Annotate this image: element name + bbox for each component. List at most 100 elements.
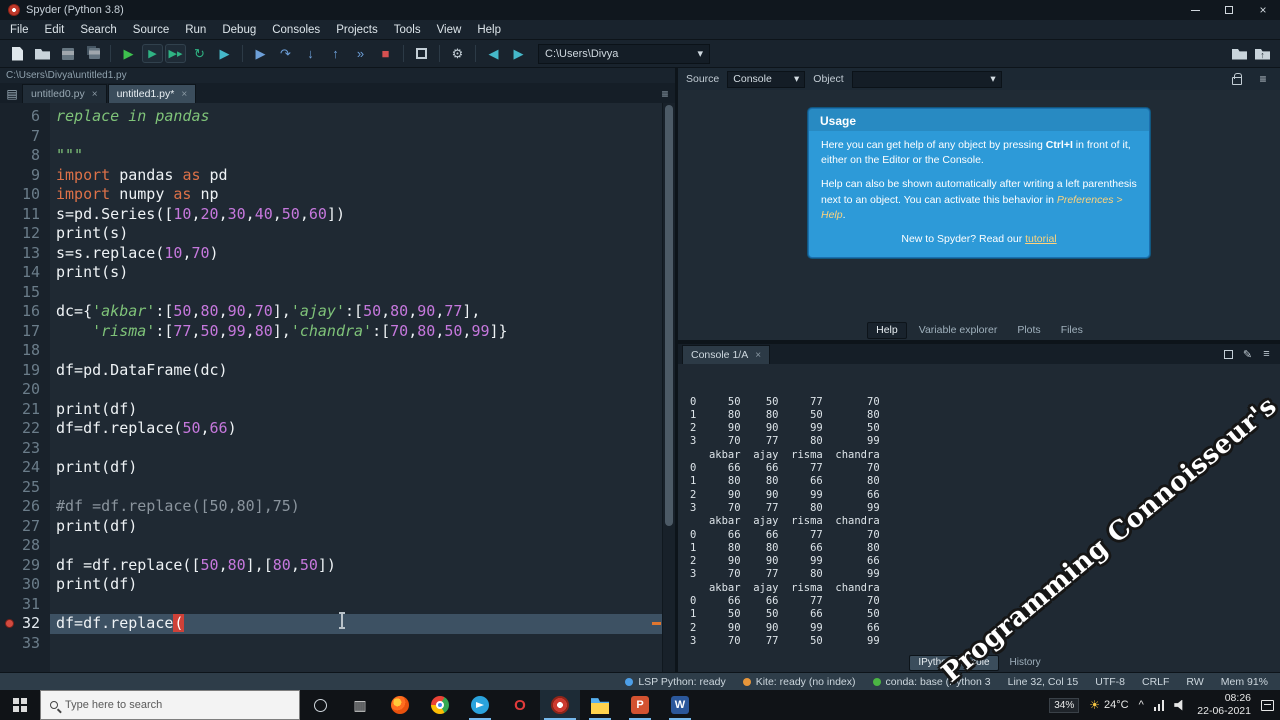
code-line[interactable] bbox=[50, 478, 675, 498]
step-return-icon[interactable]: ↑ bbox=[324, 43, 347, 65]
maximize-button[interactable] bbox=[1212, 0, 1246, 20]
new-file-icon[interactable] bbox=[6, 43, 29, 65]
step-into-icon[interactable]: ↓ bbox=[299, 43, 322, 65]
menu-edit[interactable]: Edit bbox=[37, 20, 73, 39]
debug-file-icon[interactable]: ▶ bbox=[249, 43, 272, 65]
back-icon[interactable]: ◀ bbox=[482, 43, 505, 65]
lock-icon[interactable] bbox=[1228, 70, 1246, 88]
browse-working-directory-button[interactable] bbox=[1228, 43, 1251, 65]
code-line[interactable] bbox=[50, 127, 675, 147]
taskbar-search-input[interactable]: Type here to search bbox=[40, 690, 300, 720]
spyder-taskbar-button[interactable] bbox=[540, 690, 580, 720]
code-area[interactable]: replace in pandas """ import pandas as pd i… bbox=[50, 103, 675, 672]
console-options-menu-icon[interactable]: ≡ bbox=[1257, 345, 1276, 364]
menu-tools[interactable]: Tools bbox=[386, 20, 429, 39]
parent-directory-button[interactable]: ↑ bbox=[1251, 43, 1274, 65]
pane-tab-plots[interactable]: Plots bbox=[1009, 323, 1048, 338]
menu-projects[interactable]: Projects bbox=[328, 20, 386, 39]
save-file-icon[interactable] bbox=[56, 43, 79, 65]
step-over-icon[interactable]: ↷ bbox=[274, 43, 297, 65]
tray-expand-icon[interactable]: ^ bbox=[1139, 699, 1144, 711]
tutorial-link[interactable]: tutorial bbox=[1025, 233, 1057, 245]
code-line[interactable]: s=s.replace(10,70) bbox=[50, 244, 675, 264]
code-line[interactable]: df=df.replace(50,66) bbox=[50, 419, 675, 439]
run-file-icon[interactable]: ▶ bbox=[117, 43, 140, 65]
code-line[interactable] bbox=[50, 634, 675, 654]
task-view-button[interactable]: ▥ bbox=[340, 690, 380, 720]
file-explorer-button[interactable] bbox=[580, 690, 620, 720]
menu-file[interactable]: File bbox=[2, 20, 37, 39]
working-directory-combobox[interactable]: C:\Users\Divya ▾ bbox=[538, 43, 710, 64]
code-line[interactable]: replace in pandas bbox=[50, 107, 675, 127]
code-line[interactable] bbox=[50, 439, 675, 459]
minimize-button[interactable] bbox=[1178, 0, 1212, 20]
close-tab-icon[interactable]: × bbox=[92, 89, 98, 100]
code-line[interactable]: """ bbox=[50, 146, 675, 166]
code-line[interactable] bbox=[50, 536, 675, 556]
menu-view[interactable]: View bbox=[429, 20, 470, 39]
menu-consoles[interactable]: Consoles bbox=[264, 20, 328, 39]
menu-search[interactable]: Search bbox=[72, 20, 124, 39]
code-line[interactable]: #df =df.replace([50,80],75) bbox=[50, 497, 675, 517]
code-line[interactable]: df=pd.DataFrame(dc) bbox=[50, 361, 675, 381]
telegram-button[interactable] bbox=[460, 690, 500, 720]
code-line[interactable]: import numpy as np bbox=[50, 185, 675, 205]
code-line[interactable]: dc={'akbar':[50,80,90,70],'ajay':[50,80,… bbox=[50, 302, 675, 322]
code-line[interactable]: print(s) bbox=[50, 263, 675, 283]
code-line[interactable]: print(df) bbox=[50, 575, 675, 595]
rerun-cell-icon[interactable]: ↻ bbox=[188, 43, 211, 65]
code-line[interactable] bbox=[50, 380, 675, 400]
pane-tab-help[interactable]: Help bbox=[867, 322, 907, 339]
menu-run[interactable]: Run bbox=[177, 20, 214, 39]
forward-icon[interactable]: ▶ bbox=[507, 43, 530, 65]
word-button[interactable]: W bbox=[660, 690, 700, 720]
powerpoint-button[interactable]: P bbox=[620, 690, 660, 720]
editor-tab-untitled0-py[interactable]: untitled0.py × bbox=[22, 84, 107, 103]
console-tab[interactable]: Console 1/A × bbox=[682, 345, 771, 364]
maximize-pane-icon[interactable] bbox=[410, 43, 433, 65]
stop-icon[interactable]: ■ bbox=[374, 43, 397, 65]
run-selection-icon[interactable]: ▶ bbox=[213, 43, 236, 65]
run-cell-advance-icon[interactable]: ▶▸ bbox=[165, 44, 186, 63]
browse-tabs-icon[interactable]: ▤ bbox=[2, 84, 22, 103]
save-all-icon[interactable] bbox=[81, 43, 104, 65]
close-console-icon[interactable]: × bbox=[755, 350, 761, 361]
code-line[interactable]: print(df) bbox=[50, 517, 675, 537]
code-line[interactable] bbox=[50, 283, 675, 303]
edit-icon[interactable]: ✎ bbox=[1238, 345, 1257, 364]
code-line[interactable]: print(s) bbox=[50, 224, 675, 244]
code-line[interactable]: import pandas as pd bbox=[50, 166, 675, 186]
start-button[interactable] bbox=[0, 690, 40, 720]
code-line[interactable] bbox=[50, 341, 675, 361]
code-line[interactable]: df =df.replace([50,80],[80,50]) bbox=[50, 556, 675, 576]
pane-tab-variable-explorer[interactable]: Variable explorer bbox=[911, 323, 1006, 338]
battery-indicator[interactable]: 34% bbox=[1049, 697, 1080, 713]
editor-options-menu-icon[interactable]: ≡ bbox=[655, 84, 675, 103]
interrupt-kernel-icon[interactable] bbox=[1219, 345, 1238, 364]
open-file-icon[interactable] bbox=[31, 43, 54, 65]
menu-help[interactable]: Help bbox=[469, 20, 509, 39]
close-tab-icon[interactable]: × bbox=[181, 89, 187, 100]
ipython-console[interactable]: 0 50 50 77 70 1 80 80 50 80 2 90 90 99 50 3… bbox=[678, 364, 1280, 654]
chrome-button[interactable] bbox=[420, 690, 460, 720]
menu-source[interactable]: Source bbox=[125, 20, 177, 39]
preferences-icon[interactable]: ⚙ bbox=[446, 43, 469, 65]
close-button[interactable]: × bbox=[1246, 0, 1280, 20]
network-icon[interactable] bbox=[1153, 699, 1165, 711]
scrollbar-thumb[interactable] bbox=[665, 105, 673, 527]
action-center-icon[interactable] bbox=[1261, 699, 1274, 711]
pane-tab-files[interactable]: Files bbox=[1053, 323, 1091, 338]
code-line[interactable] bbox=[50, 595, 675, 615]
tab-history[interactable]: History bbox=[1002, 656, 1049, 670]
code-line[interactable]: print(df) bbox=[50, 400, 675, 420]
firefox-button[interactable] bbox=[380, 690, 420, 720]
opera-button[interactable]: O bbox=[500, 690, 540, 720]
object-combobox[interactable]: ▾ bbox=[851, 70, 1002, 88]
code-editor[interactable]: 6 7 8 9 10 11 12 13 14 15 16 17 18 19 20 21 22 23 24 25 26 27… bbox=[0, 103, 675, 672]
volume-icon[interactable] bbox=[1174, 699, 1183, 711]
menu-debug[interactable]: Debug bbox=[214, 20, 264, 39]
code-line[interactable]: print(df) bbox=[50, 458, 675, 478]
clock[interactable]: 08:26 22-06-2021 bbox=[1197, 692, 1251, 718]
code-line[interactable]: df=df.replace( bbox=[50, 614, 675, 634]
code-line[interactable]: 'risma':[77,50,99,80],'chandra':[70,80,5… bbox=[50, 322, 675, 342]
